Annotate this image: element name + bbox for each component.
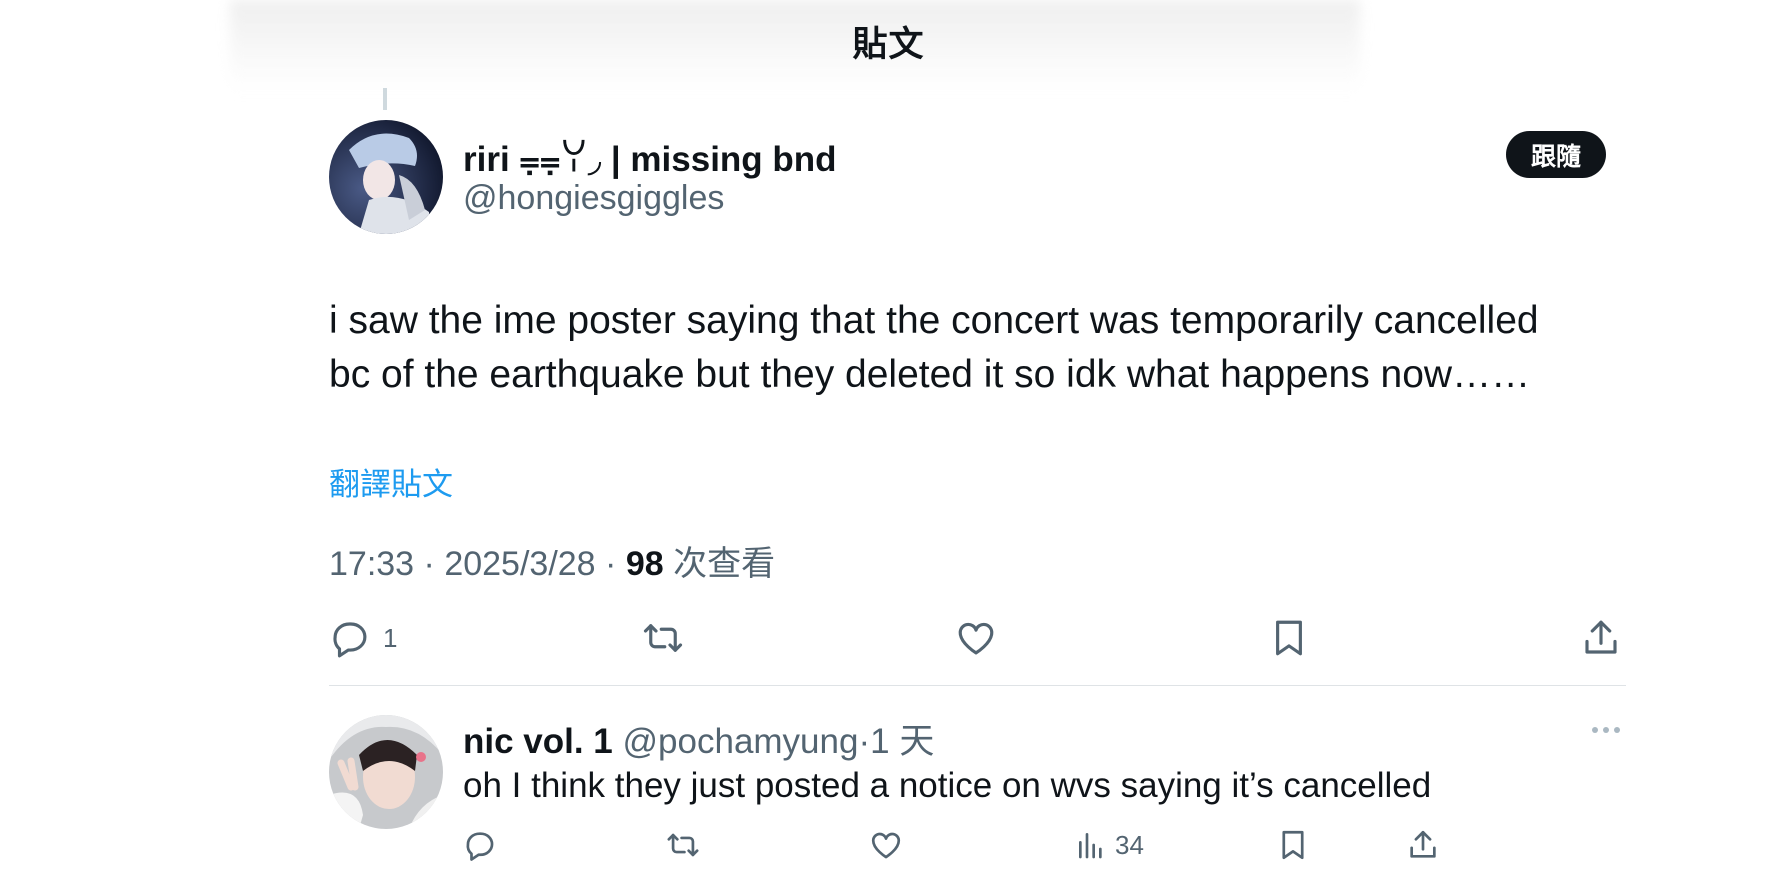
reply-author-avatar[interactable]: [329, 715, 443, 829]
author-handle[interactable]: @hongiesgiggles: [463, 179, 724, 218]
post-time[interactable]: 17:33: [329, 545, 414, 583]
reply-icon: [329, 617, 371, 659]
divider: [329, 685, 1626, 686]
reply-like-button[interactable]: [869, 828, 903, 862]
reply-icon: [463, 828, 497, 862]
author-name[interactable]: riri ⩦⩦ꌩ◞ | missing bnd: [463, 133, 837, 180]
heart-icon: [955, 617, 997, 659]
share-icon: [1580, 617, 1622, 659]
views-label: 次查看: [673, 545, 776, 583]
reply-reply-button[interactable]: [463, 828, 497, 862]
repost-icon: [665, 828, 701, 862]
post-text: i saw the ime poster saying that the con…: [329, 294, 1649, 402]
share-button[interactable]: [1580, 617, 1622, 659]
reply-repost-button[interactable]: [665, 828, 701, 862]
repost-icon: [641, 617, 685, 659]
post-date[interactable]: 2025/3/28: [444, 545, 595, 583]
bookmark-icon: [1268, 617, 1310, 659]
thread-connector-line: [383, 88, 387, 110]
views-chart-icon: [1075, 828, 1107, 862]
reply-time[interactable]: 1 天: [870, 722, 934, 761]
post-meta: 17:33 · 2025/3/28 · 98 次查看: [329, 536, 775, 585]
post-text-line: i saw the ime poster saying that the con…: [329, 299, 1539, 342]
reply-button[interactable]: 1: [329, 617, 397, 659]
views-count: 98: [625, 545, 664, 583]
reply-views-count: 34: [1115, 829, 1144, 860]
reply-share-button[interactable]: [1406, 828, 1440, 862]
meta-separator: ·: [423, 545, 435, 583]
more-icon[interactable]: [1592, 727, 1620, 733]
meta-separator: ·: [605, 545, 617, 583]
reply-header: nic vol. 1 @pochamyung·1 天: [463, 713, 934, 764]
reply-separator: ·: [858, 722, 871, 761]
share-icon: [1406, 828, 1440, 862]
reply-bookmark-button[interactable]: [1276, 828, 1310, 862]
post-text-line: bc of the earthquake but they deleted it…: [329, 353, 1531, 396]
like-button[interactable]: [955, 617, 997, 659]
bookmark-button[interactable]: [1268, 617, 1310, 659]
translate-post-link[interactable]: 翻譯貼文: [329, 459, 453, 504]
reply-count: 1: [383, 622, 398, 653]
reply-author-name[interactable]: nic vol. 1: [463, 722, 613, 761]
follow-button[interactable]: 跟隨: [1506, 131, 1606, 178]
reply-text: oh I think they just posted a notice on …: [463, 766, 1432, 805]
reply-views-button[interactable]: 34: [1075, 828, 1144, 862]
author-avatar[interactable]: [329, 120, 443, 234]
page-title: 貼文: [852, 25, 925, 64]
repost-button[interactable]: [641, 617, 685, 659]
bookmark-icon: [1276, 828, 1310, 862]
reply-author-handle[interactable]: @pochamyung: [623, 722, 859, 761]
heart-icon: [869, 828, 903, 862]
